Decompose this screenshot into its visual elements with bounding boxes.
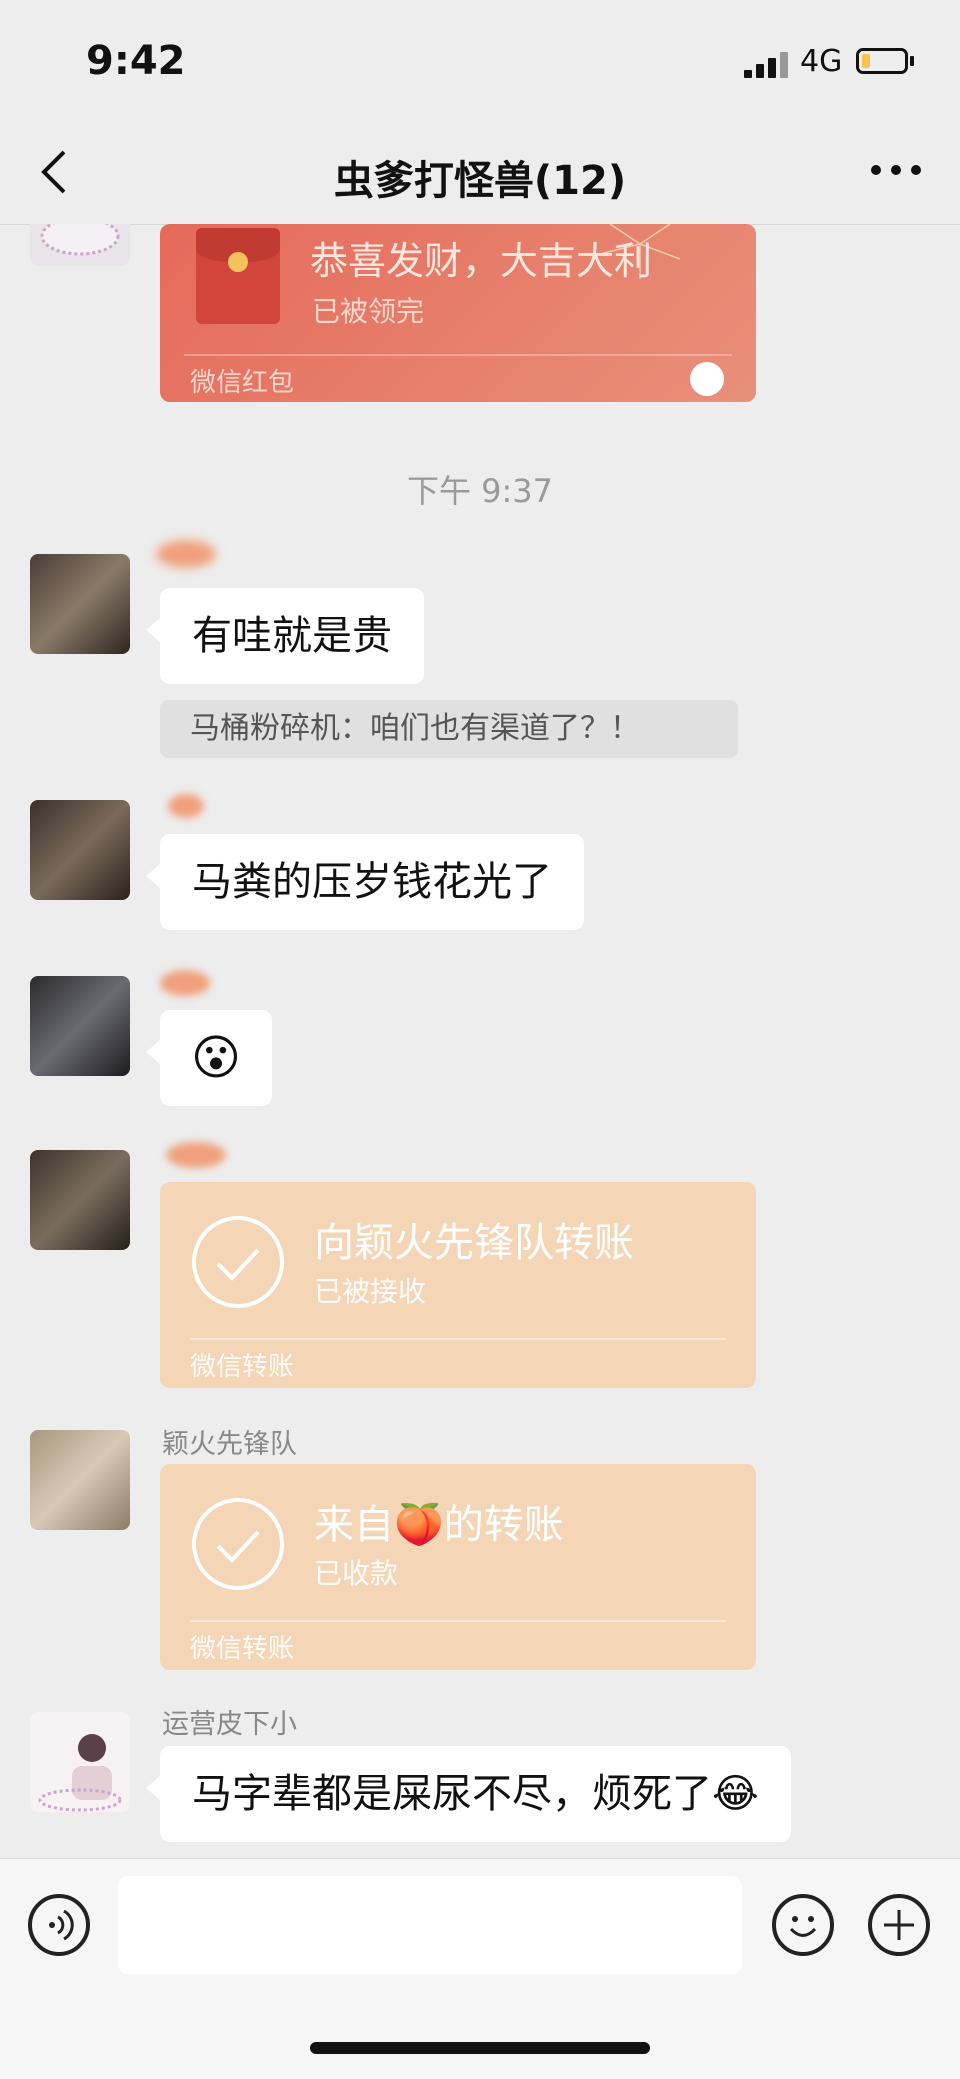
red-packet-title: 恭喜发财，大吉大利	[310, 239, 653, 283]
emoji-icon[interactable]	[772, 1894, 834, 1956]
sender-nickname: 颖火先锋队	[162, 1429, 297, 1460]
message-input[interactable]	[118, 1876, 742, 1974]
transfer-title: 来自🍑的转账	[314, 1502, 564, 1548]
transfer-status: 已被接收	[314, 1275, 427, 1308]
transfer-card[interactable]: 向颖火先锋队转账 已被接收 微信转账	[160, 1182, 756, 1388]
voice-icon[interactable]	[28, 1894, 90, 1956]
avatar[interactable]	[30, 1150, 130, 1250]
blurred-nickname	[166, 1142, 226, 1168]
avatar[interactable]	[30, 800, 130, 900]
message-bubble: 马字辈都是屎尿不尽，烦死了😂	[146, 1746, 791, 1842]
red-packet-status: 已被领完	[312, 295, 425, 328]
red-packet-card[interactable]: 恭喜发财，大吉大利 已被领完 微信红包	[160, 224, 756, 402]
more-icon[interactable]	[866, 150, 926, 190]
check-icon	[192, 1216, 284, 1308]
network-type: 4G	[800, 44, 843, 79]
avatar[interactable]	[30, 1430, 130, 1530]
plus-icon[interactable]	[868, 1894, 930, 1956]
avatar[interactable]	[30, 554, 130, 654]
transfer-card[interactable]: 来自🍑的转账 已收款 微信转账	[160, 1464, 756, 1670]
home-indicator[interactable]	[310, 2042, 650, 2054]
blurred-nickname	[168, 794, 204, 818]
avatar[interactable]	[30, 224, 130, 266]
battery-tip	[910, 56, 914, 66]
transfer-status: 已收款	[314, 1557, 399, 1590]
avatar[interactable]	[30, 1712, 130, 1812]
sender-nickname: 运营皮下小	[162, 1709, 297, 1740]
transfer-title: 向颖火先锋队转账	[314, 1220, 634, 1266]
message-bubble: 有哇就是贵	[146, 588, 424, 684]
transfer-footer: 微信转账	[190, 1634, 295, 1664]
avatar[interactable]	[30, 976, 130, 1076]
emoji-message: 😮	[146, 1010, 272, 1106]
message-bubble: 马粪的压岁钱花光了	[146, 834, 584, 930]
divider	[190, 1620, 726, 1622]
quoted-message[interactable]: 马桶粉碎机：咱们也有渠道了？！	[160, 700, 738, 758]
blurred-nickname	[160, 970, 210, 996]
battery-low-icon	[856, 48, 908, 74]
blurred-nickname	[156, 540, 216, 568]
check-icon	[192, 1498, 284, 1590]
red-envelope-icon	[196, 228, 280, 324]
timestamp: 下午 9:37	[406, 472, 554, 510]
status-time: 9:42	[86, 38, 186, 84]
chat-title: 虫爹打怪兽(12)	[333, 158, 627, 204]
red-packet-sender-icon	[690, 362, 724, 396]
divider	[184, 354, 732, 356]
transfer-footer: 微信转账	[190, 1352, 295, 1382]
signal-icon	[744, 50, 788, 78]
red-packet-footer: 微信红包	[190, 368, 295, 398]
divider	[190, 1338, 726, 1340]
